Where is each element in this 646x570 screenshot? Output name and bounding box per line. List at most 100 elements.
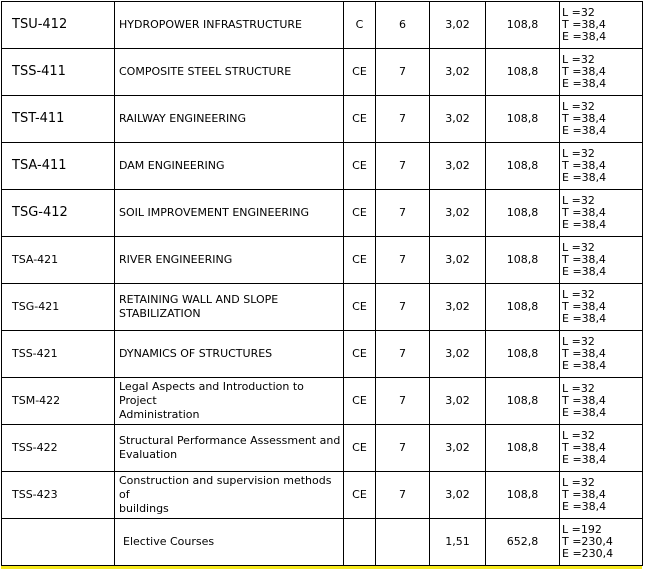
elective-credit: 1,51: [429, 518, 486, 566]
course-name-line: STABILIZATION: [119, 307, 201, 320]
course-total-hours: 108,8: [485, 1, 560, 49]
course-hours-breakdown: L =32 T =38,4 E =38,4: [559, 471, 643, 519]
course-hours-breakdown: L =32 T =38,4 E =38,4: [559, 142, 643, 190]
table-row: TST-411 RAILWAY ENGINEERING CE 7 3,02 108,8 L …: [1, 95, 643, 143]
elective-total-hours: 652,8: [485, 518, 560, 566]
course-type: CE: [343, 330, 376, 378]
hours-line: E =38,4: [562, 453, 607, 466]
elective-hours-breakdown: L =192 T =230,4 E =230,4: [559, 518, 643, 566]
course-type: CE: [343, 95, 376, 143]
hours-line: E =38,4: [562, 406, 607, 419]
course-name-line: Legal Aspects and Introduction to Projec…: [119, 380, 304, 407]
course-code: TSA-421: [1, 236, 115, 284]
course-semester: 7: [375, 236, 430, 284]
course-name: COMPOSITE STEEL STRUCTURE: [114, 48, 344, 96]
course-name-line: RIVER ENGINEERING: [119, 253, 233, 266]
hours-line: E =38,4: [562, 77, 607, 90]
course-hours-breakdown: L =32 T =38,4 E =38,4: [559, 236, 643, 284]
course-name: Legal Aspects and Introduction to Projec…: [114, 377, 344, 425]
course-name-line: Administration: [119, 408, 200, 421]
hours-line: E =38,4: [562, 265, 607, 278]
course-code: TSS-411: [1, 48, 115, 96]
course-semester: 7: [375, 283, 430, 331]
course-name-line: DYNAMICS OF STRUCTURES: [119, 347, 273, 360]
course-code: TST-411: [1, 95, 115, 143]
course-hours-breakdown: L =32 T =38,4 E =38,4: [559, 424, 643, 472]
elective-row: Elective Courses 1,51 652,8 L =192 T =230,4 E…: [1, 518, 643, 566]
course-total-hours: 108,8: [485, 471, 560, 519]
course-name: RAILWAY ENGINEERING: [114, 95, 344, 143]
course-hours-breakdown: L =32 T =38,4 E =38,4: [559, 95, 643, 143]
course-total-hours: 108,8: [485, 236, 560, 284]
course-credit: 3,02: [429, 471, 486, 519]
course-credit: 3,02: [429, 283, 486, 331]
course-semester: 7: [375, 95, 430, 143]
course-total-hours: 108,8: [485, 283, 560, 331]
course-name-line: HYDROPOWER INFRASTRUCTURE: [119, 18, 302, 31]
course-name: RIVER ENGINEERING: [114, 236, 344, 284]
course-total-hours: 108,8: [485, 95, 560, 143]
hours-line: E =230,4: [562, 547, 614, 560]
course-hours-breakdown: L =32 T =38,4 E =38,4: [559, 1, 643, 49]
hours-line: E =38,4: [562, 218, 607, 231]
course-credit: 3,02: [429, 48, 486, 96]
elective-semester: [375, 518, 430, 566]
table-row: TSG-412 SOIL IMPROVEMENT ENGINEERING CE 7 3,…: [1, 189, 643, 237]
elective-type: [343, 518, 376, 566]
course-credit: 3,02: [429, 95, 486, 143]
hours-line: E =38,4: [562, 124, 607, 137]
hours-line: E =38,4: [562, 171, 607, 184]
course-semester: 7: [375, 330, 430, 378]
course-semester: 7: [375, 424, 430, 472]
hours-line: E =38,4: [562, 500, 607, 513]
course-table: TSU-412 HYDROPOWER INFRASTRUCTURE C 6 3,02 10…: [1, 1, 643, 566]
course-code: TSM-422: [1, 377, 115, 425]
course-credit: 3,02: [429, 377, 486, 425]
hours-line: E =38,4: [562, 30, 607, 43]
course-type: CE: [343, 142, 376, 190]
course-total-hours: 108,8: [485, 377, 560, 425]
course-name-line: RAILWAY ENGINEERING: [119, 112, 246, 125]
hours-line: E =38,4: [562, 312, 607, 325]
course-code: TSS-423: [1, 471, 115, 519]
course-name-line: SOIL IMPROVEMENT ENGINEERING: [119, 206, 310, 219]
elective-code: [1, 518, 115, 566]
course-total-hours: 108,8: [485, 142, 560, 190]
course-semester: 7: [375, 471, 430, 519]
table-row: TSU-412 HYDROPOWER INFRASTRUCTURE C 6 3,02 10…: [1, 1, 643, 49]
course-total-hours: 108,8: [485, 424, 560, 472]
course-total-hours: 108,8: [485, 189, 560, 237]
course-semester: 7: [375, 142, 430, 190]
course-type: CE: [343, 377, 376, 425]
course-name: Construction and supervision methods of b…: [114, 471, 344, 519]
table-row: TSS-421 DYNAMICS OF STRUCTURES CE 7 3,02 108,…: [1, 330, 643, 378]
bottom-highlight-stripe: [1, 566, 642, 569]
course-name-line: Structural Performance Assessment and: [119, 434, 341, 447]
course-name-line: RETAINING WALL AND SLOPE: [119, 293, 279, 306]
course-hours-breakdown: L =32 T =38,4 E =38,4: [559, 377, 643, 425]
hours-line: E =38,4: [562, 359, 607, 372]
course-type: CE: [343, 471, 376, 519]
course-hours-breakdown: L =32 T =38,4 E =38,4: [559, 330, 643, 378]
elective-name: Elective Courses: [114, 518, 344, 566]
course-credit: 3,02: [429, 189, 486, 237]
course-table-body: TSU-412 HYDROPOWER INFRASTRUCTURE C 6 3,02 10…: [1, 1, 643, 566]
table-row: TSS-423 Construction and supervision meth…: [1, 471, 643, 519]
course-credit: 3,02: [429, 424, 486, 472]
course-type: CE: [343, 48, 376, 96]
table-row: TSS-411 COMPOSITE STEEL STRUCTURE CE 7 3,02 1…: [1, 48, 643, 96]
course-semester: 7: [375, 377, 430, 425]
table-row: TSM-422 Legal Aspects and Introduction to…: [1, 377, 643, 425]
table-row: TSG-421 RETAINING WALL AND SLOPE STABILIZA…: [1, 283, 643, 331]
course-name: RETAINING WALL AND SLOPE STABILIZATION: [114, 283, 344, 331]
course-hours-breakdown: L =32 T =38,4 E =38,4: [559, 48, 643, 96]
course-name-line: Evaluation: [119, 448, 178, 461]
course-code: TSS-421: [1, 330, 115, 378]
course-type: C: [343, 1, 376, 49]
course-total-hours: 108,8: [485, 330, 560, 378]
course-code: TSA-411: [1, 142, 115, 190]
course-code: TSS-422: [1, 424, 115, 472]
course-credit: 3,02: [429, 330, 486, 378]
course-semester: 7: [375, 189, 430, 237]
course-name-line: buildings: [119, 502, 169, 515]
